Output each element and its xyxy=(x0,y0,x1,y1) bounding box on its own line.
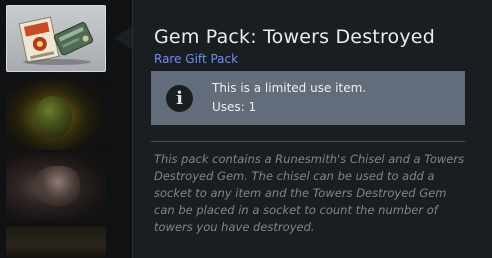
inventory-view: Gem Pack: Towers Destroyed Rare Gift Pac… xyxy=(0,0,492,258)
divider xyxy=(151,141,465,142)
inventory-slot[interactable] xyxy=(6,226,106,258)
limited-use-notice: i This is a limited use item. Uses: 1 xyxy=(151,71,465,125)
inventory-slot[interactable] xyxy=(6,78,106,150)
figure-icon xyxy=(36,166,80,206)
item-rarity: Rare Gift Pack xyxy=(154,52,239,66)
gem-icon xyxy=(34,96,72,138)
tooltip-pointer xyxy=(114,26,132,50)
limited-use-text: This is a limited use item. xyxy=(212,81,367,95)
item-tooltip: Gem Pack: Towers Destroyed Rare Gift Pac… xyxy=(132,0,492,258)
inventory-slot-gem-pack[interactable] xyxy=(6,5,106,72)
info-icon: i xyxy=(166,85,193,112)
gem-pack-icon xyxy=(18,16,94,65)
uses-count: Uses: 1 xyxy=(212,100,257,114)
item-description: This pack contains a Runesmith's Chisel … xyxy=(154,152,465,234)
inventory-slot[interactable] xyxy=(6,152,106,222)
item-title: Gem Pack: Towers Destroyed xyxy=(154,26,435,48)
